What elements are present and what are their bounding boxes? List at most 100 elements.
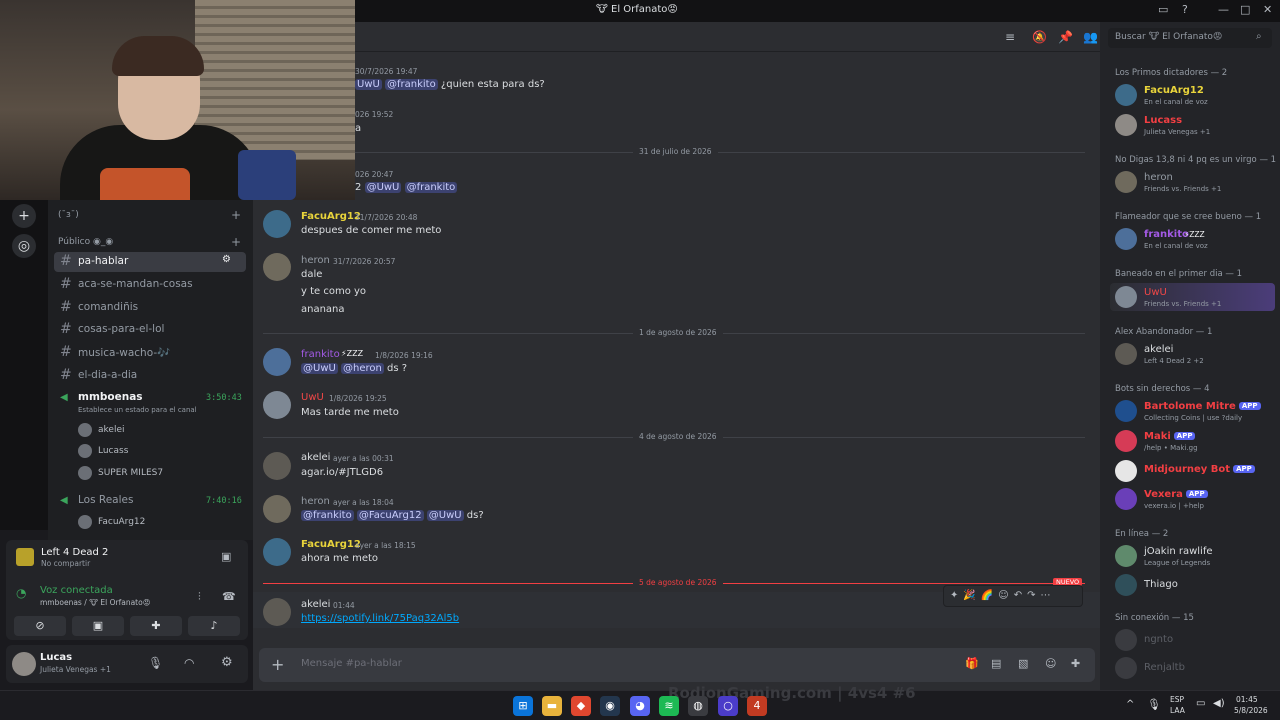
message-input[interactable]: Mensaje #pa-hablar: [301, 658, 402, 669]
activities-button[interactable]: ✚: [130, 616, 182, 636]
stream-icon[interactable]: ▣: [221, 550, 231, 563]
member-name[interactable]: Lucass: [1144, 115, 1182, 126]
minimize-button[interactable]: —: [1218, 3, 1229, 16]
member-name[interactable]: UwU: [1144, 287, 1167, 298]
discover-icon[interactable]: ◎: [12, 234, 36, 258]
member-name[interactable]: Renjaltb: [1144, 662, 1185, 673]
pin-icon[interactable]: 📌: [1058, 30, 1073, 44]
disconnect-icon[interactable]: ☎: [222, 590, 236, 603]
channel-item[interactable]: # comandiñis: [54, 298, 246, 318]
search-input[interactable]: Buscar 🐮 El Orfanato😡 ⌕: [1108, 28, 1272, 48]
apps-icon[interactable]: ✚: [1071, 657, 1080, 670]
language-indicator-sub[interactable]: LAA: [1170, 706, 1185, 715]
mute-icon[interactable]: 🔕: [1032, 30, 1047, 44]
threads-icon[interactable]: ≡: [1005, 30, 1015, 44]
language-indicator[interactable]: ESP: [1170, 695, 1184, 704]
avatar[interactable]: [1115, 430, 1137, 452]
mention[interactable]: UwU: [355, 79, 382, 90]
member-name[interactable]: FacuArg12: [1144, 85, 1204, 96]
app-icon[interactable]: ○: [718, 696, 738, 716]
mention[interactable]: @frankito: [404, 182, 458, 193]
message-author[interactable]: FacuArg12: [301, 211, 361, 222]
voice-user[interactable]: SUPER MILES7: [98, 468, 163, 478]
avatar[interactable]: [1115, 286, 1137, 308]
headphones-icon[interactable]: ◠: [184, 656, 194, 670]
member-name[interactable]: Bartolome Mitre APP: [1144, 401, 1261, 412]
member-name[interactable]: Midjourney Bot APP: [1144, 464, 1255, 475]
gear-icon[interactable]: ⚙: [222, 254, 231, 265]
avatar[interactable]: [1115, 629, 1137, 651]
add-channel-icon[interactable]: +: [231, 208, 241, 222]
message-author[interactable]: heron: [301, 255, 330, 266]
channel-status[interactable]: Establece un estado para el canal: [78, 406, 197, 414]
message-author[interactable]: akelei: [301, 599, 330, 610]
avatar[interactable]: [1115, 460, 1137, 482]
member-name[interactable]: frankito: [1144, 229, 1189, 240]
add-channel-icon[interactable]: +: [231, 235, 241, 249]
avatar[interactable]: [1115, 657, 1137, 679]
category-header[interactable]: Público ◉_◉: [58, 237, 113, 247]
help-icon[interactable]: ?: [1182, 3, 1188, 16]
user-name[interactable]: Lucas: [40, 652, 72, 663]
mention[interactable]: @heron: [341, 363, 384, 374]
tray-chevron-icon[interactable]: ^: [1126, 699, 1134, 710]
avatar[interactable]: [263, 391, 291, 419]
channel-item[interactable]: # cosas-para-el-lol: [54, 320, 246, 340]
avatar[interactable]: [1115, 114, 1137, 136]
mention[interactable]: @frankito: [301, 510, 354, 521]
emoji-icon[interactable]: ☺: [1045, 657, 1056, 670]
member-name[interactable]: akelei: [1144, 344, 1173, 355]
mention[interactable]: @UwU: [301, 363, 338, 374]
avatar[interactable]: [1115, 545, 1137, 567]
voice-user[interactable]: Lucass: [98, 446, 128, 456]
message-author[interactable]: frankito: [301, 349, 340, 360]
voice-user[interactable]: FacuArg12: [98, 517, 145, 527]
avatar[interactable]: [1115, 488, 1137, 510]
member-name[interactable]: Vexera APP: [1144, 489, 1208, 500]
avatar[interactable]: [263, 495, 291, 523]
inbox-icon[interactable]: ▭: [1158, 3, 1168, 16]
file-explorer-icon[interactable]: ▬: [542, 696, 562, 716]
mention[interactable]: @UwU: [426, 510, 464, 521]
channel-item[interactable]: # aca-se-mandan-cosas: [54, 275, 246, 295]
channel-item[interactable]: # el-dia-a-dia: [54, 366, 246, 386]
add-attachment-icon[interactable]: +: [271, 655, 284, 674]
add-server-icon[interactable]: +: [12, 204, 36, 228]
avatar[interactable]: [12, 652, 36, 676]
microphone-icon[interactable]: 🎙: [148, 656, 163, 670]
voice-channel-mmboenas[interactable]: mmboenas: [78, 391, 143, 403]
mention[interactable]: @frankito: [385, 79, 438, 90]
volume-icon[interactable]: ◀): [1213, 698, 1225, 709]
noise-icon[interactable]: ⫶: [198, 590, 201, 604]
camera-off-button[interactable]: ⊘: [14, 616, 66, 636]
avatar[interactable]: [263, 452, 291, 480]
message-author[interactable]: UwU: [301, 392, 324, 403]
soundboard-button[interactable]: ♪: [188, 616, 240, 636]
sticker-icon[interactable]: ▧: [1018, 657, 1028, 670]
signal-icon[interactable]: ◔: [16, 586, 26, 600]
voice-connected-sub[interactable]: mmboenas / 🐮 El Orfanato😡: [40, 598, 151, 607]
avatar[interactable]: [263, 348, 291, 376]
left4dead-icon[interactable]: 4: [747, 696, 767, 716]
gif-icon[interactable]: ▤: [991, 657, 1001, 670]
user-status[interactable]: Julieta Venegas +1: [40, 665, 111, 674]
obs-icon[interactable]: ◍: [688, 696, 708, 716]
member-name[interactable]: Maki APP: [1144, 431, 1196, 442]
settings-icon[interactable]: ⚙: [221, 655, 233, 670]
avatar[interactable]: [1115, 343, 1137, 365]
member-name[interactable]: ngnto: [1144, 634, 1173, 645]
avatar[interactable]: [263, 538, 291, 566]
start-icon[interactable]: ⊞: [513, 696, 533, 716]
message-author[interactable]: heron: [301, 496, 330, 507]
message-actions[interactable]: ✦🎉🌈☺↶↷⋯: [943, 585, 1083, 607]
network-icon[interactable]: ▭: [1196, 698, 1205, 709]
brave-icon[interactable]: ◆: [571, 696, 591, 716]
voice-channel-los-reales[interactable]: Los Reales: [78, 494, 133, 506]
top-item[interactable]: (¯з¯): [58, 210, 79, 220]
member-name[interactable]: Thiago: [1144, 579, 1178, 590]
voice-user[interactable]: akelei: [98, 425, 124, 435]
avatar[interactable]: [263, 253, 291, 281]
steam-icon[interactable]: ◉: [600, 696, 620, 716]
members-icon[interactable]: 👥: [1083, 30, 1098, 44]
mention[interactable]: @UwU: [364, 182, 402, 193]
